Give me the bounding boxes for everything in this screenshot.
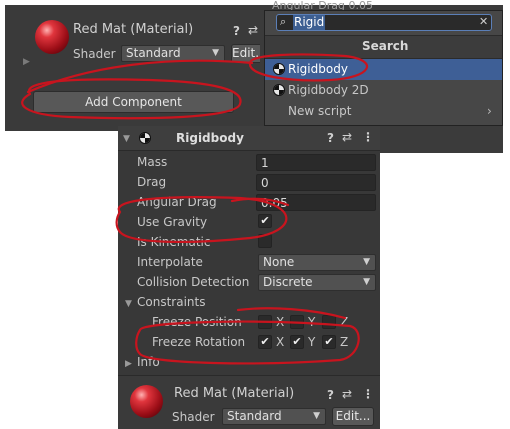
top-inspector-panel: Red Mat (Material) ? ⇄ Shader Standard ▼… — [5, 5, 267, 131]
info-label: Info — [137, 355, 160, 369]
freeze-rotation-y-checkbox[interactable]: ✔ — [290, 335, 304, 349]
freeze-position-z-checkbox[interactable] — [322, 315, 336, 329]
rigidbody-2d-icon — [273, 84, 285, 96]
rigidbody-header[interactable]: ▼ Rigidbody ? ⇄ ⋮ — [118, 126, 380, 151]
more-options-icon[interactable]: ⋮ — [362, 130, 374, 144]
material-title: Red Mat (Material) — [174, 386, 295, 401]
component-search-popup: ⌕ Rigid ✕ Search Rigidbody Rigidbody 2D … — [264, 10, 503, 126]
settings-sliders-icon[interactable]: ⇄ — [342, 387, 352, 401]
checkmark-icon: ✔ — [292, 335, 302, 348]
is-kinematic-checkbox[interactable] — [258, 234, 272, 248]
info-foldout-icon[interactable]: ▶ — [125, 357, 132, 371]
freeze-position-x-label: X — [276, 315, 285, 329]
shader-label: Shader — [172, 410, 215, 424]
mass-field[interactable]: 1 — [256, 154, 376, 171]
edit-shader-button[interactable]: Edit... — [332, 407, 374, 426]
shader-dropdown[interactable]: Standard ▼ — [222, 408, 326, 425]
interpolate-label: Interpolate — [137, 255, 203, 269]
help-icon[interactable]: ? — [327, 131, 334, 145]
search-header: Search — [265, 35, 502, 59]
list-item-label: Rigidbody 2D — [288, 83, 369, 97]
list-item-label: New script — [288, 104, 352, 118]
help-icon[interactable]: ? — [233, 24, 240, 38]
foldout-arrow-icon[interactable]: ▼ — [123, 132, 130, 146]
rigidbody-icon — [139, 132, 151, 144]
freeze-rotation-z-checkbox[interactable]: ✔ — [322, 335, 336, 349]
chevron-right-icon: › — [487, 104, 492, 118]
use-gravity-checkbox[interactable]: ✔ — [258, 214, 272, 228]
constraints-label: Constraints — [137, 295, 206, 309]
shader-label: Shader — [73, 47, 116, 61]
search-box[interactable]: ⌕ Rigid ✕ — [276, 14, 492, 31]
chevron-down-icon: ▼ — [363, 277, 370, 287]
interpolate-value: None — [263, 255, 295, 269]
freeze-rotation-x-checkbox[interactable]: ✔ — [258, 335, 272, 349]
angular-drag-label: Angular Drag — [137, 195, 217, 209]
list-item-rigidbody-2d[interactable]: Rigidbody 2D — [265, 80, 502, 101]
rigidbody-icon — [273, 63, 285, 75]
search-header-title: Search — [362, 39, 409, 53]
material-preview-sphere — [35, 20, 69, 54]
rigidbody-component-panel: ▼ Rigidbody ? ⇄ ⋮ Mass 1 Drag 0 Angular … — [118, 126, 380, 429]
settings-sliders-icon[interactable]: ⇄ — [342, 130, 352, 144]
settings-sliders-icon[interactable]: ⇄ — [248, 23, 258, 37]
use-gravity-label: Use Gravity — [137, 215, 208, 229]
collision-detection-value: Discrete — [263, 275, 313, 289]
shader-dropdown[interactable]: Standard ▼ — [121, 45, 225, 62]
chevron-down-icon: ▼ — [212, 48, 219, 58]
search-input[interactable]: Rigid — [293, 15, 326, 30]
more-options-icon[interactable]: ⋮ — [362, 387, 374, 401]
rigidbody-title: Rigidbody — [176, 131, 244, 145]
list-item-rigidbody[interactable]: Rigidbody — [265, 59, 502, 80]
is-kinematic-label: Is Kinematic — [137, 235, 211, 249]
constraints-foldout-icon[interactable]: ▼ — [125, 297, 132, 311]
list-item-label: Rigidbody — [288, 62, 348, 76]
add-component-button[interactable]: Add Component — [33, 91, 234, 113]
checkmark-icon: ✔ — [324, 335, 334, 348]
mass-label: Mass — [137, 155, 168, 169]
freeze-position-y-checkbox[interactable] — [290, 315, 304, 329]
collision-detection-dropdown[interactable]: Discrete ▼ — [258, 274, 376, 291]
freeze-rotation-y-label: Y — [308, 335, 316, 349]
shader-value: Standard — [227, 409, 282, 423]
freeze-position-y-label: Y — [308, 315, 316, 329]
search-icon: ⌕ — [280, 15, 287, 28]
shader-value: Standard — [126, 46, 181, 60]
list-item-new-script[interactable]: New script › — [265, 101, 502, 122]
help-icon[interactable]: ? — [327, 388, 334, 402]
freeze-rotation-z-label: Z — [340, 335, 349, 349]
checkmark-icon: ✔ — [260, 335, 270, 348]
clear-search-icon[interactable]: ✕ — [479, 15, 488, 29]
foldout-arrow-icon: ▶ — [23, 57, 30, 67]
drag-label: Drag — [137, 175, 167, 189]
freeze-rotation-x-label: X — [276, 335, 285, 349]
interpolate-dropdown[interactable]: None ▼ — [258, 254, 376, 271]
freeze-position-label: Freeze Position — [152, 315, 242, 329]
bottom-material-section: Red Mat (Material) ? ⇄ ⋮ Shader Standard… — [118, 375, 380, 429]
chevron-down-icon: ▼ — [363, 257, 370, 267]
collision-detection-label: Collision Detection — [137, 275, 250, 289]
material-preview-sphere — [130, 385, 163, 418]
freeze-rotation-label: Freeze Rotation — [152, 335, 246, 349]
freeze-position-x-checkbox[interactable] — [258, 315, 272, 329]
material-title: Red Mat (Material) — [73, 22, 194, 37]
freeze-position-z-label: Z — [340, 315, 349, 329]
chevron-down-icon: ▼ — [313, 411, 320, 421]
drag-field[interactable]: 0 — [256, 174, 376, 191]
checkmark-icon: ✔ — [260, 214, 270, 227]
angular-drag-field[interactable]: 0.05 — [256, 194, 376, 211]
